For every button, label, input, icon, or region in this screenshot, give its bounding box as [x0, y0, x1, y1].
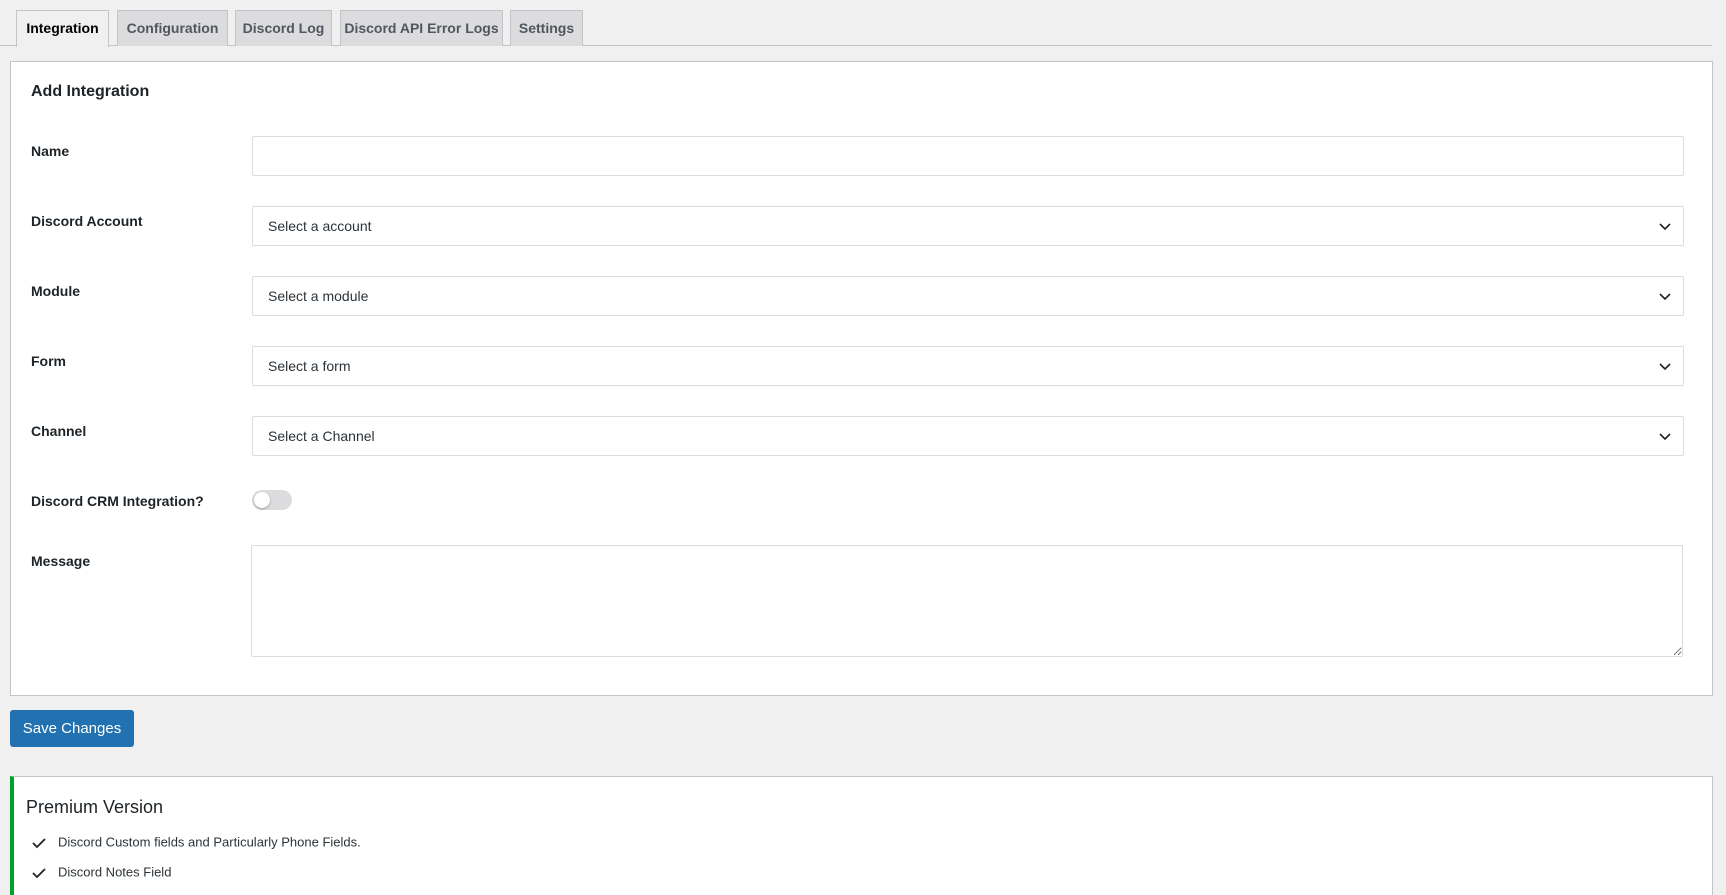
message-textarea[interactable] — [251, 545, 1683, 657]
premium-title: Premium Version — [26, 797, 164, 817]
channel-label: Channel — [31, 423, 87, 439]
module-select-value: Select a module — [268, 288, 369, 304]
toggle-knob — [254, 492, 270, 508]
discord-account-select[interactable]: Select a account — [252, 206, 1684, 246]
checkmark-icon — [32, 868, 46, 879]
channel-select[interactable]: Select a Channel — [252, 416, 1684, 456]
form-label: Form — [31, 353, 66, 369]
message-label: Message — [31, 553, 91, 569]
chevron-down-icon — [1659, 223, 1671, 231]
chevron-down-icon — [1659, 363, 1671, 371]
crm-integration-label: Discord CRM Integration? — [31, 493, 204, 509]
panel-title: Add Integration — [31, 83, 150, 100]
tab-discord-api-error-logs[interactable]: Discord API Error Logs — [340, 10, 503, 46]
chevron-down-icon — [1659, 433, 1671, 441]
checkmark-icon — [32, 838, 46, 849]
premium-feature-text: Discord Custom fields and Particularly P… — [58, 834, 361, 850]
premium-feature-text: Discord Notes Field — [58, 864, 172, 880]
nav-tabs: Integration Configuration Discord Log Di… — [0, 0, 1712, 47]
form-select-value: Select a form — [268, 358, 351, 374]
crm-integration-toggle[interactable] — [252, 490, 292, 510]
form-select[interactable]: Select a form — [252, 346, 1684, 386]
chevron-down-icon — [1659, 293, 1671, 301]
name-input[interactable] — [252, 136, 1684, 176]
module-select[interactable]: Select a module — [252, 276, 1684, 316]
tab-settings[interactable]: Settings — [510, 10, 583, 46]
tab-discord-log[interactable]: Discord Log — [235, 10, 332, 46]
premium-feature-item: Discord Notes Field — [30, 864, 171, 882]
tab-integration[interactable]: Integration — [16, 10, 109, 47]
premium-feature-item: Discord Custom fields and Particularly P… — [30, 834, 361, 852]
discord-account-label: Discord Account — [31, 213, 143, 229]
add-integration-panel: Add Integration Name Discord Account Sel… — [10, 61, 1713, 696]
name-label: Name — [31, 143, 70, 159]
premium-version-box: Premium Version Discord Custom fields an… — [10, 776, 1713, 895]
channel-select-value: Select a Channel — [268, 428, 375, 444]
save-changes-button[interactable]: Save Changes — [10, 710, 134, 747]
tab-configuration[interactable]: Configuration — [117, 10, 228, 46]
module-label: Module — [31, 283, 80, 299]
discord-account-select-value: Select a account — [268, 218, 372, 234]
